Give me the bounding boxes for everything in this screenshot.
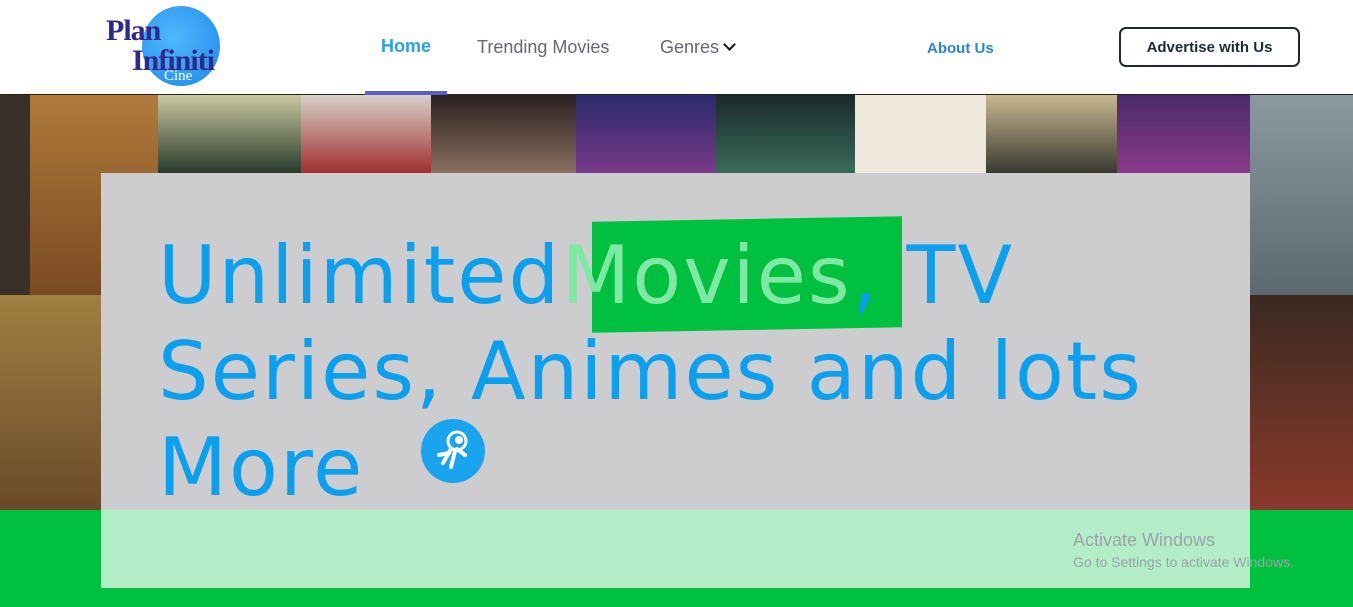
activate-windows-watermark: Activate Windows Go to Settings to activ…: [1073, 529, 1294, 573]
poster: [158, 95, 301, 173]
astronaut-icon[interactable]: [421, 419, 485, 483]
poster: [855, 95, 986, 173]
nav-trending-link[interactable]: Trending Movies: [477, 36, 609, 58]
poster: [431, 95, 576, 173]
poster: [1250, 95, 1353, 295]
poster: [1250, 295, 1353, 510]
nav-genres-label: Genres: [660, 37, 720, 57]
nav-home-link[interactable]: Home: [381, 35, 431, 57]
poster: [301, 95, 431, 173]
chevron-down-icon: [723, 38, 736, 51]
nav-about-link[interactable]: About Us: [927, 38, 994, 60]
poster: [716, 95, 855, 173]
nav-active-indicator: [365, 91, 447, 95]
site-logo[interactable]: Plan Infiniti Cine: [106, 6, 246, 90]
headline-highlight-word: Movies: [561, 229, 852, 322]
advertise-button[interactable]: Advertise with Us: [1119, 27, 1300, 67]
hero-headline: UnlimitedMovies, TV Series, Animes and l…: [158, 228, 1238, 516]
nav-genres-dropdown[interactable]: Genres: [660, 36, 736, 58]
poster: [986, 95, 1117, 173]
logo-text-plan: Plan: [106, 14, 161, 47]
watermark-title: Activate Windows: [1073, 530, 1216, 550]
poster: [0, 295, 101, 510]
headline-part1: Unlimited: [158, 229, 562, 322]
logo-text-cine: Cine: [164, 68, 193, 84]
navbar: Plan Infiniti Cine Home Trending Movies …: [0, 0, 1353, 95]
watermark-subtitle: Go to Settings to activate Windows.: [1073, 554, 1294, 570]
poster: [576, 95, 716, 173]
poster: [0, 95, 30, 295]
poster: [1117, 95, 1250, 173]
